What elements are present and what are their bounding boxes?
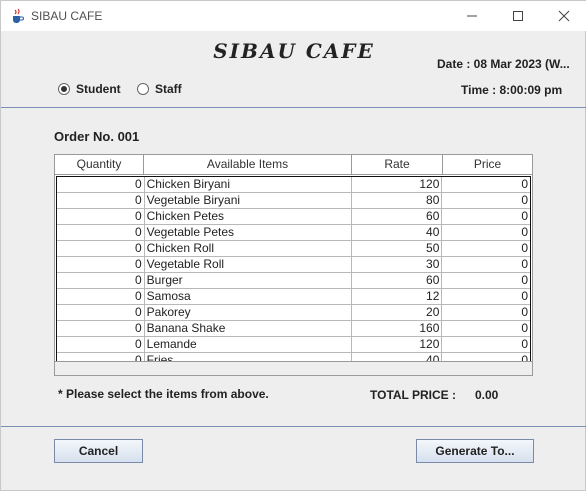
rate-cell: 60 xyxy=(352,273,443,288)
table-row[interactable]: 0 Vegetable Petes 40 0 xyxy=(57,225,530,241)
radio-selected-icon xyxy=(58,83,70,95)
price-cell: 0 xyxy=(521,337,528,351)
item-cell: Lemande xyxy=(145,337,352,352)
item-cell: Vegetable Petes xyxy=(145,225,352,240)
radio-staff[interactable]: Staff xyxy=(137,82,182,96)
window-title: SIBAU CAFE xyxy=(31,9,103,23)
price-cell: 0 xyxy=(521,209,528,223)
radio-unselected-icon xyxy=(137,83,149,95)
price-cell: 0 xyxy=(521,257,528,271)
table-row[interactable]: 0 Vegetable Roll 30 0 xyxy=(57,257,530,273)
app-window: SIBAU CAFE SIBAU CAFE Date : 08 Mar 2023… xyxy=(0,0,586,491)
column-header-rate[interactable]: Rate xyxy=(352,155,443,174)
rate-cell: 50 xyxy=(352,241,443,256)
table-row[interactable]: 0 Vegetable Biryani 80 0 xyxy=(57,193,530,209)
price-cell: 0 xyxy=(521,241,528,255)
price-cell: 0 xyxy=(521,225,528,239)
quantity-cell[interactable]: 0 xyxy=(57,273,145,288)
item-cell: Burger xyxy=(145,273,352,288)
rate-cell: 160 xyxy=(352,321,443,336)
selection-hint: * Please select the items from above. xyxy=(58,387,269,401)
item-cell: Samosa xyxy=(145,289,352,304)
maximize-icon xyxy=(513,11,523,21)
rate-cell: 12 xyxy=(352,289,443,304)
quantity-cell[interactable]: 0 xyxy=(57,225,145,240)
item-cell: Vegetable Biryani xyxy=(145,193,352,208)
table-body: 0 Chicken Biryani 120 0 0 Vegetable Biry… xyxy=(56,176,531,370)
table-row[interactable]: 0 Banana Shake 160 0 xyxy=(57,321,530,337)
rate-cell: 120 xyxy=(352,177,443,192)
rate-cell: 80 xyxy=(352,193,443,208)
price-cell: 0 xyxy=(521,177,528,191)
table-header: Quantity Available Items Rate Price xyxy=(55,155,532,175)
quantity-cell[interactable]: 0 xyxy=(57,193,145,208)
column-header-price[interactable]: Price xyxy=(443,155,532,174)
quantity-cell[interactable]: 0 xyxy=(57,257,145,272)
close-button[interactable] xyxy=(541,1,586,31)
quantity-cell[interactable]: 0 xyxy=(57,305,145,320)
column-header-quantity[interactable]: Quantity xyxy=(55,155,144,174)
title-bar[interactable]: SIBAU CAFE xyxy=(1,1,586,31)
table-row[interactable]: 0 Lemande 120 0 xyxy=(57,337,530,353)
items-table[interactable]: Quantity Available Items Rate Price 0 Ch… xyxy=(54,154,533,376)
minimize-icon xyxy=(467,15,477,17)
rate-cell: 60 xyxy=(352,209,443,224)
close-icon xyxy=(558,10,570,22)
table-row[interactable]: 0 Chicken Biryani 120 0 xyxy=(57,177,530,193)
date-label: Date : 08 Mar 2023 (W... xyxy=(437,57,570,71)
quantity-cell[interactable]: 0 xyxy=(57,241,145,256)
radio-student-label: Student xyxy=(76,82,121,96)
quantity-cell[interactable]: 0 xyxy=(57,337,145,352)
radio-student[interactable]: Student xyxy=(58,82,121,96)
item-cell: Vegetable Roll xyxy=(145,257,352,272)
item-cell: Banana Shake xyxy=(145,321,352,336)
item-cell: Chicken Biryani xyxy=(145,177,352,192)
order-number: Order No. 001 xyxy=(54,129,140,144)
table-row[interactable]: 0 Pakorey 20 0 xyxy=(57,305,530,321)
column-header-items[interactable]: Available Items xyxy=(144,155,352,174)
table-row[interactable]: 0 Chicken Petes 60 0 xyxy=(57,209,530,225)
maximize-button[interactable] xyxy=(495,1,541,31)
rate-cell: 40 xyxy=(352,225,443,240)
rate-cell: 20 xyxy=(352,305,443,320)
quantity-cell[interactable]: 0 xyxy=(57,321,145,336)
table-row[interactable]: 0 Samosa 12 0 xyxy=(57,289,530,305)
separator xyxy=(1,426,586,427)
rate-cell: 30 xyxy=(352,257,443,272)
table-row[interactable]: 0 Burger 60 0 xyxy=(57,273,530,289)
cancel-button[interactable]: Cancel xyxy=(54,439,143,463)
item-cell: Chicken Roll xyxy=(145,241,352,256)
separator xyxy=(1,107,586,108)
table-scroll-area xyxy=(55,361,532,375)
item-cell: Pakorey xyxy=(145,305,352,320)
price-cell: 0 xyxy=(521,289,528,303)
java-cup-icon xyxy=(9,8,25,24)
radio-staff-label: Staff xyxy=(155,82,182,96)
quantity-cell[interactable]: 0 xyxy=(57,209,145,224)
table-row[interactable]: 0 Chicken Roll 50 0 xyxy=(57,241,530,257)
time-label: Time : 8:00:09 pm xyxy=(461,83,563,97)
price-cell: 0 xyxy=(521,305,528,319)
price-cell: 0 xyxy=(521,193,528,207)
quantity-cell[interactable]: 0 xyxy=(57,177,145,192)
quantity-cell[interactable]: 0 xyxy=(57,289,145,304)
item-cell: Chicken Petes xyxy=(145,209,352,224)
generate-token-button[interactable]: Generate To... xyxy=(416,439,534,463)
total-price-label: TOTAL PRICE : xyxy=(370,388,457,402)
rate-cell: 120 xyxy=(352,337,443,352)
total-price-value: 0.00 xyxy=(475,388,499,402)
minimize-button[interactable] xyxy=(449,1,495,31)
price-cell: 0 xyxy=(521,321,528,335)
price-cell: 0 xyxy=(521,273,528,287)
